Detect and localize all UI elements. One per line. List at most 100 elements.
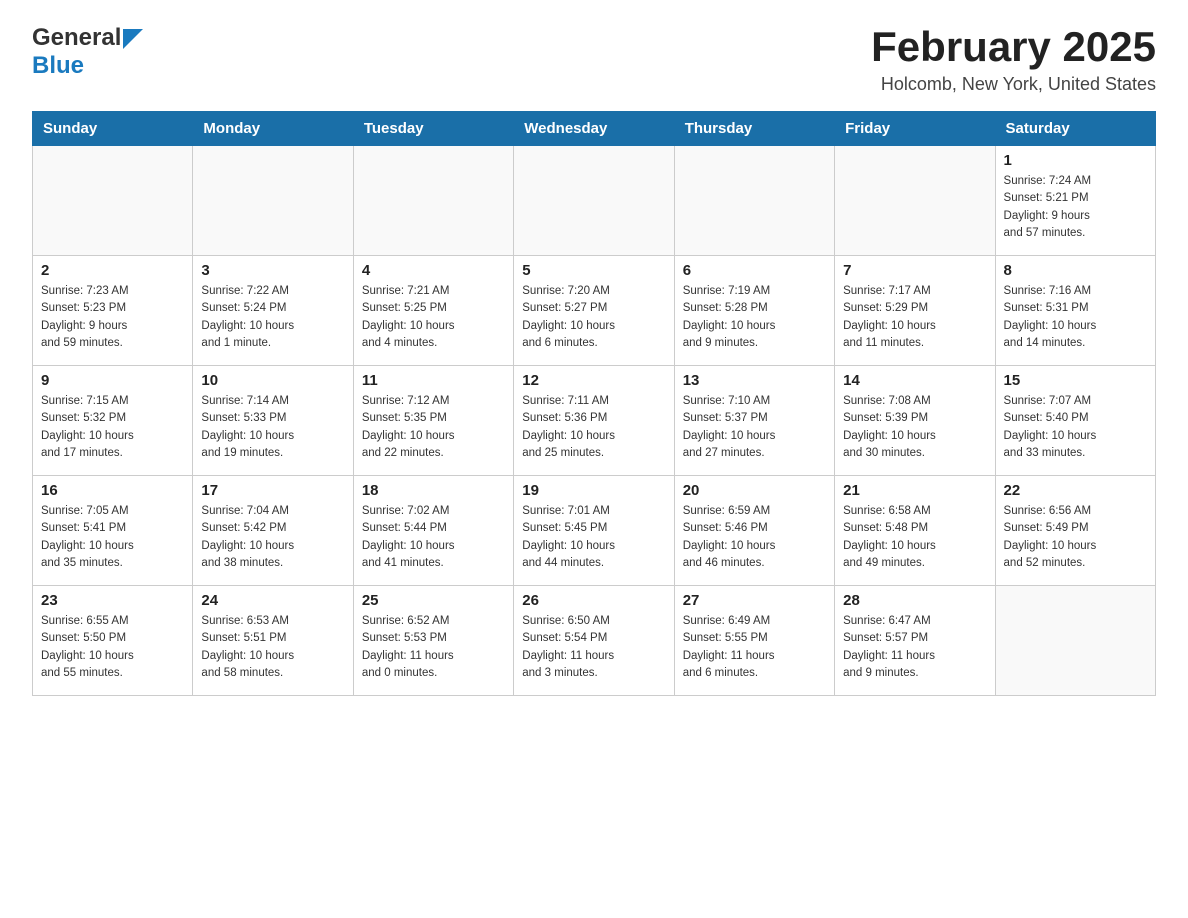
- day-info: Sunrise: 7:19 AM Sunset: 5:28 PM Dayligh…: [683, 283, 826, 352]
- calendar-cell: 23 Sunrise: 6:55 AM Sunset: 5:50 PM Dayli…: [33, 586, 193, 696]
- day-number: 1: [1004, 152, 1147, 169]
- calendar-cell: [674, 146, 834, 256]
- calendar-cell: 21 Sunrise: 6:58 AM Sunset: 5:48 PM Dayli…: [835, 476, 995, 586]
- day-info: Sunrise: 7:12 AM Sunset: 5:35 PM Dayligh…: [362, 393, 505, 462]
- day-info: Sunrise: 7:11 AM Sunset: 5:36 PM Dayligh…: [522, 393, 665, 462]
- day-number: 14: [843, 372, 986, 389]
- day-info: Sunrise: 7:08 AM Sunset: 5:39 PM Dayligh…: [843, 393, 986, 462]
- day-info: Sunrise: 7:23 AM Sunset: 5:23 PM Dayligh…: [41, 283, 184, 352]
- weekday-header-tuesday: Tuesday: [353, 112, 513, 146]
- calendar-cell: 12 Sunrise: 7:11 AM Sunset: 5:36 PM Dayli…: [514, 366, 674, 476]
- calendar-cell: 17 Sunrise: 7:04 AM Sunset: 5:42 PM Dayli…: [193, 476, 353, 586]
- day-info: Sunrise: 7:10 AM Sunset: 5:37 PM Dayligh…: [683, 393, 826, 462]
- day-info: Sunrise: 6:49 AM Sunset: 5:55 PM Dayligh…: [683, 613, 826, 682]
- calendar-cell: 13 Sunrise: 7:10 AM Sunset: 5:37 PM Dayli…: [674, 366, 834, 476]
- day-number: 27: [683, 592, 826, 609]
- day-number: 22: [1004, 482, 1147, 499]
- calendar-week-row: 16 Sunrise: 7:05 AM Sunset: 5:41 PM Dayli…: [33, 476, 1156, 586]
- day-number: 23: [41, 592, 184, 609]
- day-number: 16: [41, 482, 184, 499]
- calendar-cell: 2Sunrise: 7:23 AM Sunset: 5:23 PM Daylig…: [33, 256, 193, 366]
- day-number: 4: [362, 262, 505, 279]
- day-info: Sunrise: 7:21 AM Sunset: 5:25 PM Dayligh…: [362, 283, 505, 352]
- calendar-cell: 5 Sunrise: 7:20 AM Sunset: 5:27 PM Daylig…: [514, 256, 674, 366]
- calendar-cell: 22 Sunrise: 6:56 AM Sunset: 5:49 PM Dayli…: [995, 476, 1155, 586]
- calendar-header-row: SundayMondayTuesdayWednesdayThursdayFrid…: [33, 112, 1156, 146]
- calendar-cell: [995, 586, 1155, 696]
- calendar-cell: 19 Sunrise: 7:01 AM Sunset: 5:45 PM Dayli…: [514, 476, 674, 586]
- day-number: 6: [683, 262, 826, 279]
- calendar-cell: 18Sunrise: 7:02 AM Sunset: 5:44 PM Dayli…: [353, 476, 513, 586]
- day-number: 7: [843, 262, 986, 279]
- day-info: Sunrise: 6:55 AM Sunset: 5:50 PM Dayligh…: [41, 613, 184, 682]
- calendar-week-row: 2Sunrise: 7:23 AM Sunset: 5:23 PM Daylig…: [33, 256, 1156, 366]
- calendar-cell: 7 Sunrise: 7:17 AM Sunset: 5:29 PM Daylig…: [835, 256, 995, 366]
- calendar-cell: [353, 146, 513, 256]
- day-info: Sunrise: 7:22 AM Sunset: 5:24 PM Dayligh…: [201, 283, 344, 352]
- day-info: Sunrise: 6:56 AM Sunset: 5:49 PM Dayligh…: [1004, 503, 1147, 572]
- day-info: Sunrise: 7:05 AM Sunset: 5:41 PM Dayligh…: [41, 503, 184, 572]
- calendar-cell: 26Sunrise: 6:50 AM Sunset: 5:54 PM Dayli…: [514, 586, 674, 696]
- day-number: 11: [362, 372, 505, 389]
- calendar-cell: [193, 146, 353, 256]
- day-info: Sunrise: 6:58 AM Sunset: 5:48 PM Dayligh…: [843, 503, 986, 572]
- calendar-cell: 3 Sunrise: 7:22 AM Sunset: 5:24 PM Daylig…: [193, 256, 353, 366]
- day-number: 3: [201, 262, 344, 279]
- calendar-cell: 1 Sunrise: 7:24 AM Sunset: 5:21 PM Daylig…: [995, 146, 1155, 256]
- day-number: 8: [1004, 262, 1147, 279]
- weekday-header-thursday: Thursday: [674, 112, 834, 146]
- day-info: Sunrise: 7:24 AM Sunset: 5:21 PM Dayligh…: [1004, 173, 1147, 242]
- calendar-cell: 28Sunrise: 6:47 AM Sunset: 5:57 PM Dayli…: [835, 586, 995, 696]
- title-section: February 2025 Holcomb, New York, United …: [871, 24, 1156, 95]
- calendar-cell: [835, 146, 995, 256]
- day-info: Sunrise: 7:20 AM Sunset: 5:27 PM Dayligh…: [522, 283, 665, 352]
- month-title: February 2025: [871, 24, 1156, 70]
- day-info: Sunrise: 6:53 AM Sunset: 5:51 PM Dayligh…: [201, 613, 344, 682]
- day-number: 13: [683, 372, 826, 389]
- calendar-cell: 20 Sunrise: 6:59 AM Sunset: 5:46 PM Dayli…: [674, 476, 834, 586]
- day-info: Sunrise: 6:52 AM Sunset: 5:53 PM Dayligh…: [362, 613, 505, 682]
- calendar-cell: 16 Sunrise: 7:05 AM Sunset: 5:41 PM Dayli…: [33, 476, 193, 586]
- calendar-week-row: 23 Sunrise: 6:55 AM Sunset: 5:50 PM Dayli…: [33, 586, 1156, 696]
- logo-blue-text: Blue: [32, 52, 84, 79]
- calendar-cell: [514, 146, 674, 256]
- day-number: 5: [522, 262, 665, 279]
- calendar-cell: [33, 146, 193, 256]
- page-header: General Blue February 2025 Holcomb, New …: [32, 24, 1156, 95]
- day-info: Sunrise: 7:17 AM Sunset: 5:29 PM Dayligh…: [843, 283, 986, 352]
- day-number: 26: [522, 592, 665, 609]
- location-title: Holcomb, New York, United States: [871, 74, 1156, 95]
- day-number: 12: [522, 372, 665, 389]
- weekday-header-saturday: Saturday: [995, 112, 1155, 146]
- day-info: Sunrise: 6:59 AM Sunset: 5:46 PM Dayligh…: [683, 503, 826, 572]
- logo: General Blue: [32, 24, 143, 80]
- calendar-cell: 25 Sunrise: 6:52 AM Sunset: 5:53 PM Dayli…: [353, 586, 513, 696]
- day-number: 25: [362, 592, 505, 609]
- weekday-header-monday: Monday: [193, 112, 353, 146]
- day-number: 10: [201, 372, 344, 389]
- day-info: Sunrise: 7:14 AM Sunset: 5:33 PM Dayligh…: [201, 393, 344, 462]
- day-number: 21: [843, 482, 986, 499]
- day-number: 20: [683, 482, 826, 499]
- day-number: 15: [1004, 372, 1147, 389]
- day-info: Sunrise: 7:15 AM Sunset: 5:32 PM Dayligh…: [41, 393, 184, 462]
- day-info: Sunrise: 6:47 AM Sunset: 5:57 PM Dayligh…: [843, 613, 986, 682]
- calendar-table: SundayMondayTuesdayWednesdayThursdayFrid…: [32, 111, 1156, 696]
- calendar-cell: 10 Sunrise: 7:14 AM Sunset: 5:33 PM Dayli…: [193, 366, 353, 476]
- logo-general-text: General: [32, 24, 121, 52]
- day-number: 18: [362, 482, 505, 499]
- calendar-cell: 15 Sunrise: 7:07 AM Sunset: 5:40 PM Dayli…: [995, 366, 1155, 476]
- day-info: Sunrise: 7:04 AM Sunset: 5:42 PM Dayligh…: [201, 503, 344, 572]
- day-info: Sunrise: 7:16 AM Sunset: 5:31 PM Dayligh…: [1004, 283, 1147, 352]
- day-number: 24: [201, 592, 344, 609]
- calendar-cell: 11 Sunrise: 7:12 AM Sunset: 5:35 PM Dayli…: [353, 366, 513, 476]
- weekday-header-friday: Friday: [835, 112, 995, 146]
- day-info: Sunrise: 7:07 AM Sunset: 5:40 PM Dayligh…: [1004, 393, 1147, 462]
- day-number: 19: [522, 482, 665, 499]
- calendar-cell: 14 Sunrise: 7:08 AM Sunset: 5:39 PM Dayli…: [835, 366, 995, 476]
- calendar-cell: 27 Sunrise: 6:49 AM Sunset: 5:55 PM Dayli…: [674, 586, 834, 696]
- day-number: 17: [201, 482, 344, 499]
- day-info: Sunrise: 7:01 AM Sunset: 5:45 PM Dayligh…: [522, 503, 665, 572]
- calendar-cell: 6 Sunrise: 7:19 AM Sunset: 5:28 PM Daylig…: [674, 256, 834, 366]
- weekday-header-wednesday: Wednesday: [514, 112, 674, 146]
